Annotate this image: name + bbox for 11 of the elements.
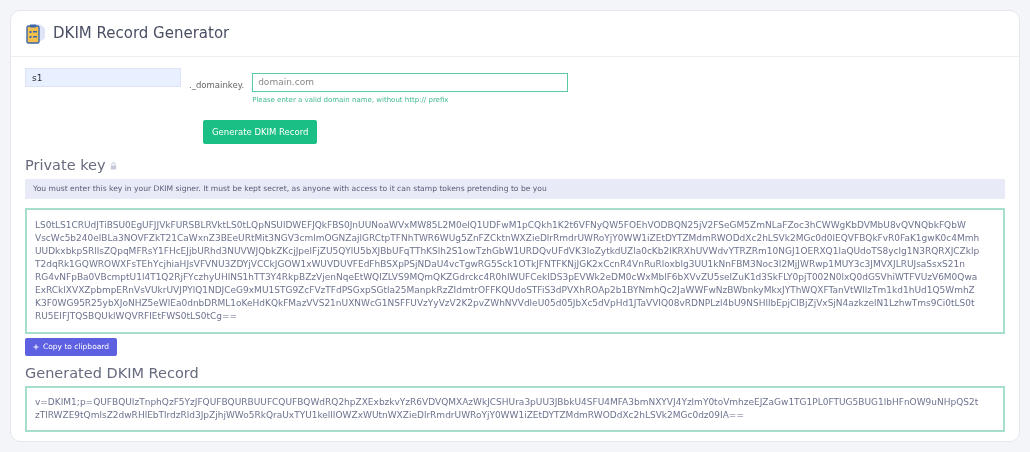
dkim-record-box: v=DKIM1;p=QUFBQUIzTnphQzF5YzJFQUFBQURBUUFCQUFBQWdRQ2hpZXExbzkvYzR6VDVQMXAzWkJCSHUra3pUU3JBbkU4SFU4MFA3bmNXYVJ4YzlmY0toVmhzeEJZaGw1TG1PL0FTUG5BUG1lbHFnOW9uNHpQS2t zTlRWZE9tQmlsZ2dwRHlEbTlrdzRld3JpZjhjWWo5RkQraUxTYU1kellIOWZxWUtnWXZieDlrRmdrUWRoYjY0WW1iZEtDYTZMdmRWODdXc2hLSVk2MGc0dz09IA==: [25, 386, 1005, 433]
domainkey-label: ._domainkey.: [189, 79, 245, 92]
clipboard-icon: [25, 22, 45, 45]
plus-icon: [33, 343, 39, 350]
page-title: DKIM Record Generator: [53, 23, 230, 45]
section-heading: Generated DKIM Record: [25, 364, 200, 383]
private-key-box: LS0tLS1CRUdJTiBSU0EgUFJJVkFURSBLRVktLS0tLQpNSUlDWEFJQkFBS0JnUUNoaWVxMW85L2M0elQ1UDFwM1pCQkh1K2t6VFNyQW5FOEhVODBQN25jV2FSeGM5ZmNLaFZoc3hCWWgKbDVMbU8vQVNQbkFQbW VscWc5b240elBLa3NOVFZkT21CaWxnZ3BEeURtMit3NGV3cmlmOGNZajlGRCtpTFNhTWR6WUg5ZnFZCktnWXZieDlrRmdrUWRoYjY0WW1iZEtDYTZMdmRWODdXc2hLSVk2MGc0d0lEQVFBQkFvR0FaK1gwK0c4Mmh UUDkxbkpSRllsZQpqMFRsY1FHcEJjbURhd3NUVWJQbkZKcjJpelFjZU5QYlU5bXJBbUFqTThKSlh2S1owTzhGbW1URDQvUFdVK3loZytkdUZla0cKb2lKRXhUVWdvYTRZRm10NGJ1OERXQ1laQUdoTS8yclg1N3RQRXJCZklp T2dqRk1GQWROWXFsTEhYcjhiaHJsVFVNU3ZDYjVCCkJGOW1xWUVDUVFEdFhBSXpPSjNDaU4vcTgwRG5Sck1OTkJFNTFKNjJGK2xCcnR4VnRuRloxblg3UU1kNnFBM3Noc3I2MjJWRwp1MUY3c3JMVXJLRUJsaSsxS21n RG4vNFpBa0VBcmptU1l4T1Q2RjFYczhyUHlNS1hTT3Y4RkpBZzVjenNqeEtWQlZLVS9MQmQKZGdrckc4R0hIWUFCeklDS3pEVWk2eDM0cWxMblF6bXVvZU5selZuK1d3SkFLY0pjT002N0lxQ0dGSVhiWTFVUzV6M0Qwa ExRCklXVXZpbmpERnVsVUkrUVJPYlQ1NDJCeG9xMU1STG9ZcFVzTFdPSGxpSGtla25ManpkRzZIdmtrOFFKQUdoSTFiS3dPVXhROAp2b1BYNmhQc2JaWWFwNzBWbnkyMkxJYThWQXFTanVtWllzTm1kd1hUd1Q5WmhZ K3F0WG95R25ybXJoNHZ5eWlEa0dnbDRML1oKeHdKQkFMazVVS21nUXNWcG1NSFFUVzYyVzV2K2pvZWhNVVdleU05d05JbXc5dVpHd1JTaVVIQ08vRDNPLzl4bU9NSHllbEpjClBjZjVxSjN4azkzelN1LzhwTms9Ci0tLS0t RU5EIFJTQSBQUklWQVRFIEtFWS0tLS0tCg==: [25, 207, 1005, 334]
section-heading: Private key: [25, 156, 106, 175]
lock-icon: [109, 161, 117, 170]
domain-field[interactable]: domain.com: [252, 72, 569, 92]
selector-field[interactable]: s1: [25, 68, 181, 87]
